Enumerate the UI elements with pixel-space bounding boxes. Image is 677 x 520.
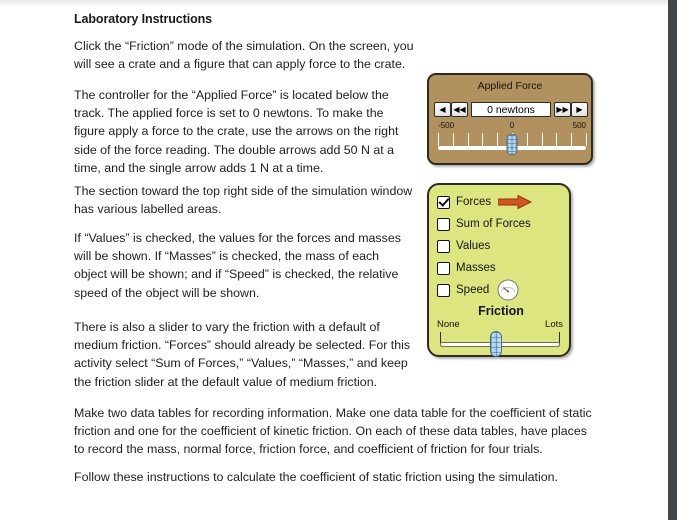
double-right-arrow-button[interactable]: ▶▶ [554, 102, 571, 117]
checkbox-row-masses[interactable]: Masses [437, 258, 569, 278]
document-page: Laboratory Instructions Click the “Frict… [0, 0, 668, 520]
applied-force-tick [541, 133, 543, 146]
applied-force-tick [438, 133, 439, 146]
applied-force-tick [571, 133, 573, 146]
applied-force-tick [526, 133, 528, 146]
window-scrollbar[interactable] [668, 0, 677, 520]
paragraph-labelled-areas: The section toward the top right side of… [74, 184, 413, 217]
applied-force-title: Applied Force [477, 80, 543, 92]
paragraph-applied-force-controller: The controller for the “Applied Force” i… [74, 88, 399, 175]
paragraph-data-tables: Make two data tables for recording infor… [74, 406, 592, 457]
applied-force-tick [556, 133, 558, 146]
applied-force-panel: Applied Force ◀ ◀◀ 0 newtons ▶▶ ▶ -500 0… [427, 73, 593, 165]
applied-force-slider-thumb[interactable] [506, 134, 518, 155]
checkbox-values[interactable] [437, 239, 450, 253]
checkbox-label-speed: Speed [456, 284, 490, 296]
checkbox-row-forces[interactable]: Forces [437, 192, 569, 212]
applied-force-tick [497, 133, 499, 146]
checkbox-row-values[interactable]: Values [437, 236, 569, 256]
friction-section-title: Friction [478, 304, 524, 318]
scale-mid-label: 0 [509, 121, 515, 130]
red-arrow-icon [497, 194, 533, 210]
checkbox-speed[interactable] [437, 283, 450, 297]
checkbox-sum-of-forces[interactable] [437, 217, 450, 231]
friction-scale-labels: None Lots [437, 319, 565, 331]
paragraph-checkbox-meanings: If “Values” is checked, the values for t… [74, 231, 401, 300]
applied-force-slider[interactable] [438, 133, 587, 157]
friction-slider[interactable] [437, 331, 565, 357]
double-left-arrow-button[interactable]: ◀◀ [451, 102, 468, 117]
page-title: Laboratory Instructions [74, 12, 212, 26]
applied-force-tick [586, 133, 587, 146]
scale-max-label: 500 [572, 121, 586, 130]
friction-min-label: None [437, 319, 460, 330]
applied-force-controls: ◀ ◀◀ 0 newtons ▶▶ ▶ [434, 101, 588, 118]
paragraph-intro: Click the “Friction” mode of the simulat… [74, 39, 414, 72]
applied-force-tick [467, 133, 469, 146]
checkbox-row-sum-of-forces[interactable]: Sum of Forces [437, 214, 569, 234]
paragraph-friction-slider: There is also a slider to vary the frict… [74, 320, 411, 389]
scale-min-label: -500 [438, 121, 455, 130]
checkbox-forces[interactable] [437, 195, 450, 209]
applied-force-readout[interactable]: 0 newtons [471, 102, 551, 117]
single-right-arrow-button[interactable]: ▶ [571, 102, 588, 117]
applied-force-tick [452, 133, 454, 146]
friction-slider-thumb[interactable] [489, 331, 502, 357]
single-left-arrow-button[interactable]: ◀ [434, 102, 451, 117]
checkbox-row-speed[interactable]: Speed [437, 279, 569, 301]
speedometer-icon [497, 279, 519, 301]
simulation-options-panel: Forces Sum of Forces Values Masses Speed [427, 183, 571, 357]
checkbox-label-values: Values [456, 240, 491, 252]
paragraph-follow-instructions: Follow these instructions to calculate t… [74, 470, 558, 484]
checkbox-masses[interactable] [437, 261, 450, 275]
friction-max-label: Lots [545, 319, 563, 330]
applied-force-scale-labels: -500 0 500 [438, 121, 586, 133]
checkbox-label-sum-of-forces: Sum of Forces [456, 218, 531, 230]
checkbox-label-masses: Masses [456, 262, 496, 274]
checkbox-label-forces: Forces [456, 196, 492, 208]
applied-force-tick [482, 133, 484, 146]
